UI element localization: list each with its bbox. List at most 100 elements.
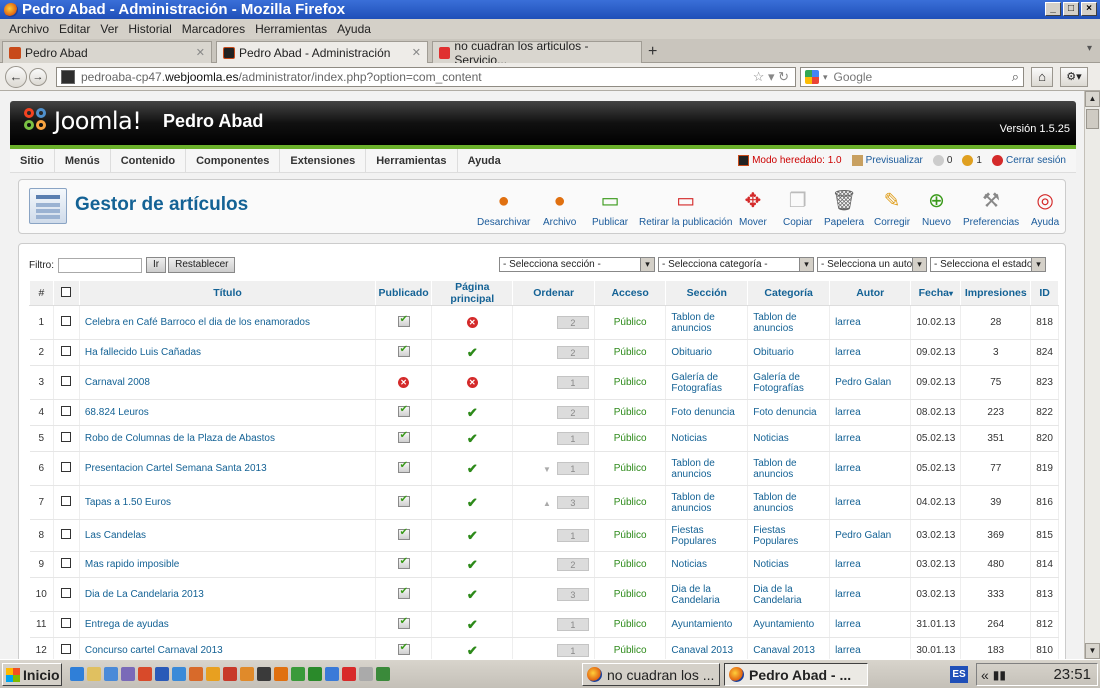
admin-menu-componentes[interactable]: Componentes [186,148,281,173]
menu-herramientas[interactable]: Herramientas [250,22,332,36]
column-section[interactable]: Sección [665,280,749,306]
category-link[interactable]: Foto denuncia [747,399,831,426]
column-published[interactable]: Publicado [375,280,433,306]
article-title-link[interactable]: Robo de Columnas de la Plaza de Abastos [79,425,377,452]
order-input[interactable]: 2 [556,558,589,571]
admin-menu-contenido[interactable]: Contenido [111,148,187,173]
category-link[interactable]: Galería de Fotografías [747,365,831,400]
admin-menu-menus[interactable]: Menús [55,148,111,173]
app6-icon[interactable] [291,667,305,681]
section-link[interactable]: Noticias [665,425,749,452]
archive-button[interactable]: ● Archivo [543,188,576,228]
author-link[interactable]: Pedro Galan [829,519,912,552]
admin-menu-ayuda[interactable]: Ayuda [458,149,511,173]
frontpage-yes-icon[interactable]: ✔ [467,405,478,420]
app4-icon[interactable] [240,667,254,681]
article-title-link[interactable]: Celebra en Café Barroco el dia de los en… [79,305,377,340]
author-link[interactable]: larrea [829,451,912,486]
order-input[interactable]: 1 [556,529,589,542]
row-checkbox[interactable] [61,406,72,416]
state-select[interactable]: - Selecciona el estado - [930,257,1046,272]
url-bar[interactable]: pedroaba-cp47. webjoomla.es/administrator… [56,67,796,87]
access-link[interactable]: Público [594,577,667,612]
author-link[interactable]: larrea [829,339,912,366]
edit-button[interactable]: ✎ Corregir [874,188,910,228]
firefox-quick-icon[interactable] [274,667,288,681]
folder-icon[interactable] [87,667,101,681]
published-icon[interactable] [397,586,410,599]
tab-pedro-abad[interactable]: Pedro Abad ✕ [2,41,212,63]
author-link[interactable]: larrea [829,577,912,612]
column-order[interactable]: Ordenar [512,280,595,306]
column-category[interactable]: Categoría [747,280,831,306]
tab-list-icon[interactable]: ▾ [1087,43,1092,54]
category-link[interactable]: Tablon de anuncios [747,451,831,486]
unpublish-button[interactable]: ▭ Retirar la publicación [639,188,732,228]
search-icon[interactable]: ⌕ [1012,69,1019,85]
article-title-link[interactable]: Carnaval 2008 [79,365,377,400]
filter-input[interactable] [58,257,142,273]
category-link[interactable]: Obituario [747,339,831,366]
move-button[interactable]: ✥ Mover [739,188,767,228]
scroll-thumb[interactable] [1086,109,1099,129]
category-link[interactable]: Noticias [747,425,831,452]
row-checkbox[interactable] [61,462,72,472]
author-select[interactable]: - Selecciona un autor - [817,257,927,272]
search-bar[interactable]: ▾ Google ⌕ [800,67,1024,87]
menu-marcadores[interactable]: Marcadores [177,22,250,36]
app8-icon[interactable] [342,667,356,681]
filter-reset-button[interactable]: Restablecer [168,257,236,273]
frontpage-yes-icon[interactable]: ✔ [467,617,478,632]
published-icon[interactable] [397,460,410,473]
row-checkbox[interactable] [61,432,72,442]
frontpage-yes-icon[interactable]: ✔ [467,557,478,572]
app7-icon[interactable] [308,667,322,681]
article-title-link[interactable]: Mas rapido imposible [79,551,377,578]
column-frontpage[interactable]: Página principal [431,280,514,306]
row-checkbox[interactable] [61,529,72,539]
section-link[interactable]: Tablon de anuncios [665,305,749,340]
article-title-link[interactable]: Concurso cartel Carnaval 2013 [79,637,377,659]
order-input[interactable]: 1 [556,462,589,475]
copy-button[interactable]: ❐ Copiar [783,188,812,228]
frontpage-yes-icon[interactable]: ✔ [467,643,478,658]
section-select[interactable]: - Selecciona sección - [499,257,655,272]
help-button[interactable]: ◎ Ayuda [1031,188,1059,228]
category-link[interactable]: Fiestas Populares [747,519,831,552]
language-indicator[interactable]: ES [950,666,968,683]
trash-button[interactable]: 🗑 Papelera [824,188,864,228]
article-title-link[interactable]: Ha fallecido Luis Cañadas [79,339,377,366]
access-link[interactable]: Público [594,519,667,552]
close-button[interactable]: × [1081,2,1097,16]
row-checkbox[interactable] [61,496,72,506]
row-checkbox[interactable] [61,618,72,628]
frontpage-yes-icon[interactable]: ✔ [467,431,478,446]
access-link[interactable]: Público [594,451,667,486]
skype-icon[interactable] [172,667,186,681]
order-down-icon[interactable]: ▼ [543,465,551,474]
row-checkbox[interactable] [61,376,72,386]
published-icon[interactable] [397,642,410,655]
order-input[interactable]: 1 [556,376,589,389]
messages-count[interactable]: 0 [932,155,952,166]
article-title-link[interactable]: Entrega de ayudas [79,611,377,638]
author-link[interactable]: larrea [829,611,912,638]
section-link[interactable]: Fiestas Populares [665,519,749,552]
addon-icon[interactable]: ⚙▾ [1060,67,1088,87]
author-link[interactable]: larrea [829,551,912,578]
access-link[interactable]: Público [594,365,667,400]
filter-go-button[interactable]: Ir [146,257,167,273]
task-no-cuadran[interactable]: no cuadran los ... [582,663,720,686]
article-title-link[interactable]: Presentacion Cartel Semana Santa 2013 [79,451,377,486]
app3-icon[interactable] [206,667,220,681]
app-icon[interactable] [121,667,135,681]
tab-close-icon[interactable]: ✕ [412,46,421,59]
access-link[interactable]: Público [594,637,667,659]
tab-administracion[interactable]: Pedro Abad - Administración ✕ [216,41,428,64]
category-link[interactable]: Tablon de anuncios [747,485,831,520]
published-icon[interactable] [397,494,410,507]
frontpage-yes-icon[interactable]: ✔ [467,495,478,510]
select-all-checkbox[interactable] [61,286,72,297]
column-id[interactable]: ID [1030,280,1059,306]
category-link[interactable]: Noticias [747,551,831,578]
